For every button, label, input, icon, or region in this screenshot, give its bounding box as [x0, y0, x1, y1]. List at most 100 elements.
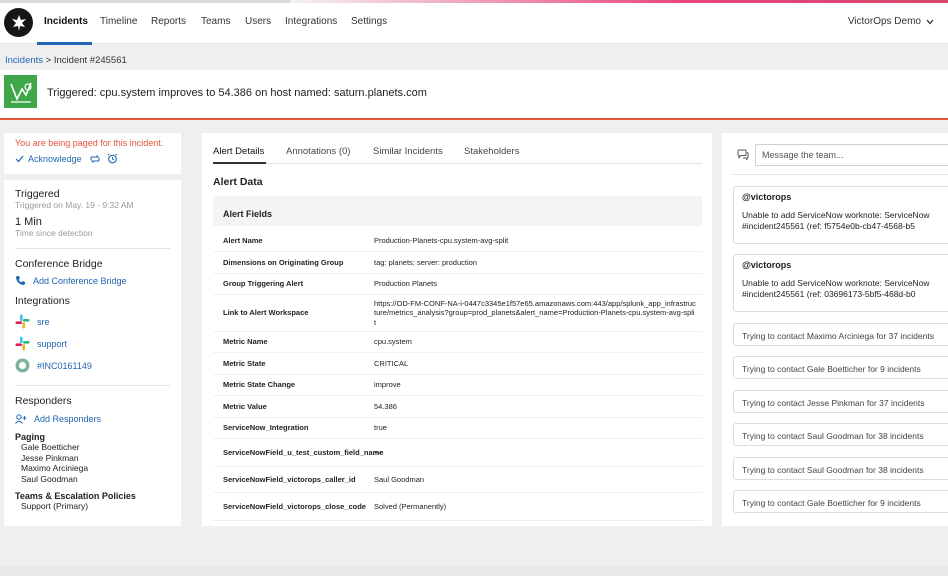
field-key: ServiceNowField_u_test_custom_field_name: [223, 447, 384, 457]
nav-tab-incidents[interactable]: Incidents: [44, 16, 88, 27]
add-conference-bridge-label: Add Conference Bridge: [33, 275, 127, 286]
slack-icon: [15, 336, 30, 351]
alert-fields-title: Alert Fields: [223, 209, 273, 219]
note-text-line: #incident245561 (ref: 03696173-5bf5-468d…: [742, 288, 916, 299]
note-author: @victorops: [742, 192, 792, 202]
field-key: Group Triggering Alert: [223, 279, 304, 289]
paging-list-title: Paging: [15, 432, 46, 442]
incident-timeline-panel: @victorops Unable to add ServiceNow work…: [722, 133, 948, 526]
responders-title: Responders: [15, 395, 72, 407]
field-value: Solved (Permanently): [374, 501, 447, 511]
tree-icon: [11, 14, 26, 31]
field-value: Saul Goodman: [374, 474, 425, 484]
integration-label: #INC0161149: [37, 360, 92, 371]
servicenow-icon: [15, 358, 30, 373]
nav-tab-users[interactable]: Users: [245, 16, 271, 27]
field-key: Metric Value: [223, 401, 267, 411]
nav-tab-integrations[interactable]: Integrations: [285, 16, 337, 27]
tab-similar-incidents[interactable]: Similar Incidents: [373, 146, 443, 157]
integration-label: support: [37, 338, 68, 349]
paging-list-item: Gale Boetticher: [21, 442, 80, 452]
tab-annotations[interactable]: Annotations (0): [286, 146, 350, 157]
timeline-contact-event: Trying to contact Maximo Arciniega for 3…: [733, 323, 948, 346]
integration-label: sre: [37, 316, 50, 327]
integration-item-servicenow[interactable]: #INC0161149: [15, 358, 170, 373]
timeline-note: @victorops Unable to add ServiceNow work…: [733, 186, 948, 244]
paging-list-item: Maximo Arciniega: [21, 463, 89, 474]
tab-stakeholders[interactable]: Stakeholders: [464, 146, 519, 157]
duration-value: 1 Min: [15, 216, 42, 228]
account-menu[interactable]: VictorOps Demo: [848, 16, 934, 27]
alert-data-title: Alert Data: [213, 176, 263, 188]
field-key: Metric State Change: [223, 380, 296, 390]
table-row: ServiceNowField_victorops_caller_id Saul…: [213, 467, 702, 493]
message-team-input[interactable]: [755, 144, 948, 166]
field-key: Dimensions on Originating Group: [223, 257, 344, 267]
alert-fields-table: Alert Name Production-Planets-cpu.system…: [213, 231, 702, 521]
integration-item-support[interactable]: support: [15, 336, 170, 351]
divider: [15, 385, 170, 386]
table-row: Dimensions on Originating Group tag: pla…: [213, 252, 702, 274]
chevron-down-icon: [926, 19, 934, 24]
table-row: ServiceNow_Integration true: [213, 418, 702, 439]
field-value: CRITICAL: [374, 358, 409, 368]
paging-list-item: Jesse Pinkman: [21, 452, 79, 463]
paging-list-item: Saul Goodman: [21, 473, 78, 484]
field-key: Metric State: [223, 358, 266, 368]
divider: [733, 174, 948, 175]
active-tab-indicator: [37, 42, 92, 45]
paging-card: You are being paged for this incident. A…: [4, 133, 181, 174]
field-key: Metric Name: [223, 337, 268, 347]
snooze-alarm-icon[interactable]: [107, 153, 118, 164]
table-row: Metric Name cpu.system: [213, 332, 702, 353]
table-row: ServiceNowField_victorops_close_code Sol…: [213, 493, 702, 521]
incident-header: Triggered: cpu.system improves to 54.386…: [0, 70, 948, 120]
field-value: Production-Planets-cpu.system-avg-split: [374, 236, 509, 246]
field-key: Link to Alert Workspace: [223, 308, 309, 318]
state-label: Triggered: [15, 188, 60, 200]
nav-tab-teams[interactable]: Teams: [201, 16, 230, 27]
phone-icon: [16, 276, 25, 285]
breadcrumb-incidents-link[interactable]: Incidents: [5, 55, 43, 66]
alert-workspace-link[interactable]: https://OD-FM-CONF-NA-i-0447c3345e1f57e6…: [374, 299, 702, 328]
field-key: Alert Name: [223, 236, 263, 246]
paged-notice: You are being paged for this incident.: [15, 138, 164, 148]
add-responders-label: Add Responders: [34, 414, 102, 424]
chat-icon: [737, 149, 749, 160]
integration-item-sre[interactable]: sre: [15, 314, 170, 329]
timeline-contact-event: Trying to contact Gale Boetticher for 9 …: [733, 356, 948, 379]
timeline-contact-event: Trying to contact Saul Goodman for 38 in…: [733, 457, 948, 480]
state-time: Triggered on May. 19 - 9:32 AM: [15, 200, 134, 210]
duration-label: Time since detection: [15, 228, 93, 238]
slack-icon: [15, 314, 30, 329]
timeline-contact-event: Trying to contact Saul Goodman for 38 in…: [733, 423, 948, 446]
table-row: Alert Name Production-Planets-cpu.system…: [213, 231, 702, 252]
breadcrumb-separator: >: [45, 55, 52, 66]
acknowledge-row: Acknowledge: [15, 153, 181, 164]
incident-info-card: Triggered Triggered on May. 19 - 9:32 AM…: [4, 180, 181, 526]
field-key: ServiceNowField_victorops_close_code: [223, 501, 366, 511]
account-name: VictorOps Demo: [847, 16, 921, 27]
note-text-line: Unable to add ServiceNow worknote: Servi…: [742, 210, 930, 220]
table-row: Group Triggering Alert Production Planet…: [213, 274, 702, 295]
alert-fields-header: Alert Fields: [213, 196, 702, 226]
nav-tab-settings[interactable]: Settings: [351, 16, 387, 27]
breadcrumb-current: Incident #245561: [53, 55, 127, 66]
acknowledge-button[interactable]: Acknowledge: [28, 154, 82, 164]
field-value: tag: planets; server: production: [374, 257, 477, 267]
bottom-bar: [0, 566, 948, 576]
table-row: Link to Alert Workspace https://OD-FM-CO…: [213, 295, 702, 332]
reroute-icon[interactable]: [89, 154, 101, 164]
nav-tab-reports[interactable]: Reports: [151, 16, 186, 27]
top-nav: Incidents Timeline Reports Teams Users I…: [0, 3, 948, 45]
add-responders-button[interactable]: Add Responders: [15, 414, 170, 424]
active-tab-indicator: [213, 162, 266, 164]
teams-list-item: Support (Primary): [21, 501, 89, 512]
triggered-state-icon: [4, 75, 37, 108]
nav-tab-timeline[interactable]: Timeline: [100, 16, 137, 27]
victorops-logo[interactable]: [4, 8, 33, 37]
tab-alert-details[interactable]: Alert Details: [213, 146, 264, 157]
add-conference-bridge-button[interactable]: Add Conference Bridge: [15, 275, 170, 286]
timeline-contact-event: Trying to contact Gale Boetticher for 9 …: [733, 490, 948, 513]
field-key: ServiceNowField_victorops_caller_id: [223, 474, 356, 484]
